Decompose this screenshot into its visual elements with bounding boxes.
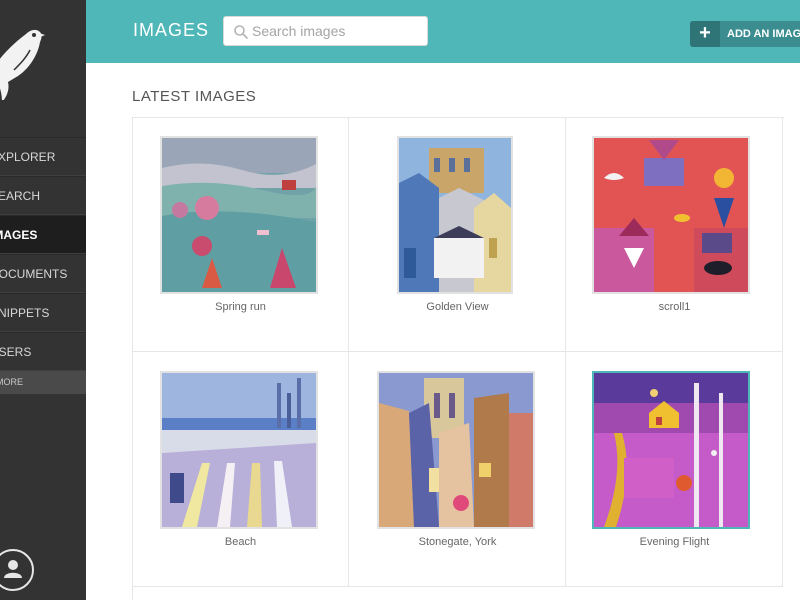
image-thumbnail[interactable] bbox=[160, 136, 318, 294]
image-thumbnail[interactable] bbox=[592, 136, 750, 294]
sidebar-nav: Explorer Search Images Documents Snippet… bbox=[0, 137, 86, 394]
sidebar-item-explorer[interactable]: Explorer bbox=[0, 137, 86, 176]
sidebar-item-documents[interactable]: Documents bbox=[0, 254, 86, 293]
image-grid: Spring run Golden View scroll1 Beach Sto… bbox=[132, 117, 784, 600]
add-image-button[interactable]: + ADD AN IMAGE bbox=[690, 21, 800, 47]
image-title: Spring run bbox=[215, 301, 266, 313]
sidebar-item-label: Explorer bbox=[0, 150, 56, 164]
image-thumbnail[interactable] bbox=[397, 136, 513, 294]
sidebar-item-label: Snippets bbox=[0, 306, 50, 320]
sidebar-item-images[interactable]: Images bbox=[0, 215, 86, 254]
main-content: LATEST IMAGES Spring run Golden View scr… bbox=[86, 63, 800, 600]
image-thumbnail[interactable] bbox=[592, 371, 750, 529]
search-input[interactable] bbox=[252, 17, 424, 45]
plus-icon: + bbox=[690, 21, 720, 47]
sidebar-item-label: Search bbox=[0, 189, 41, 203]
sidebar-item-search[interactable]: Search bbox=[0, 176, 86, 215]
sidebar-more-toggle[interactable]: More bbox=[0, 371, 86, 394]
search-icon bbox=[234, 25, 248, 39]
image-thumbnail[interactable] bbox=[377, 371, 535, 529]
image-title: Stonegate, York bbox=[418, 536, 497, 548]
image-thumbnail[interactable] bbox=[160, 371, 318, 529]
sidebar-item-users[interactable]: Users bbox=[0, 332, 86, 371]
image-card[interactable]: scroll1 bbox=[566, 117, 783, 352]
image-title: Beach bbox=[224, 536, 257, 548]
sidebar-item-label: Images bbox=[0, 228, 38, 242]
sidebar-item-label: Users bbox=[0, 345, 32, 359]
image-card[interactable]: Spring run bbox=[132, 117, 349, 352]
page-title: IMAGES bbox=[133, 20, 210, 40]
bird-logo-icon[interactable] bbox=[0, 20, 50, 102]
image-card[interactable]: Golden View bbox=[349, 117, 566, 352]
sidebar-item-snippets[interactable]: Snippets bbox=[0, 293, 86, 332]
search-box[interactable] bbox=[223, 16, 428, 46]
image-title: Golden View bbox=[426, 301, 489, 313]
user-icon bbox=[4, 560, 22, 578]
header: IMAGES + ADD AN IMAGE bbox=[86, 0, 800, 63]
section-title: LATEST IMAGES bbox=[132, 88, 257, 105]
account-menu-button[interactable] bbox=[0, 549, 34, 591]
image-card[interactable]: Stonegate, York bbox=[349, 352, 566, 587]
sidebar: Explorer Search Images Documents Snippet… bbox=[0, 0, 86, 600]
image-card[interactable]: Evening Flight bbox=[566, 352, 783, 587]
image-card[interactable]: Beach bbox=[132, 352, 349, 587]
image-title: scroll1 bbox=[658, 301, 691, 313]
add-image-label: ADD AN IMAGE bbox=[727, 28, 800, 40]
sidebar-item-label: Documents bbox=[0, 267, 68, 281]
image-title: Evening Flight bbox=[639, 536, 710, 548]
